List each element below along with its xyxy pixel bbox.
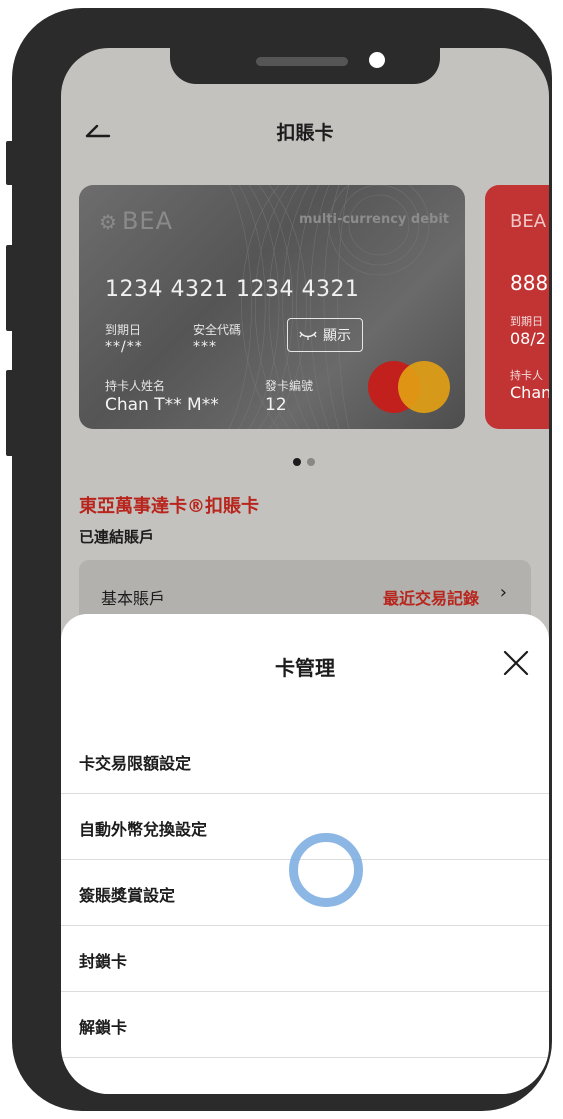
header: 扣賬卡 xyxy=(61,110,549,150)
card2-holder-value: Chan xyxy=(510,383,549,402)
card-seq-value: 12 xyxy=(265,395,287,415)
close-icon[interactable] xyxy=(503,650,529,676)
card2-brand: BEA xyxy=(510,211,547,232)
chevron-right-icon: › xyxy=(499,582,507,603)
card-number: 1234 4321 1234 4321 xyxy=(105,277,360,302)
carousel-dot-active[interactable] xyxy=(293,458,301,466)
card2-expiry-value: 08/2 xyxy=(510,329,546,348)
eye-closed-icon xyxy=(299,331,317,340)
second-card[interactable]: BEA 888 到期日 08/2 持卡人 Chan xyxy=(485,185,549,429)
show-card-details-button[interactable]: 顯示 xyxy=(287,318,363,352)
card2-number: 888 xyxy=(510,271,549,295)
debit-card[interactable]: ⚙ BEA multi-currency debit 1234 4321 1234… xyxy=(79,185,465,429)
bea-emblem-icon: ⚙ xyxy=(99,210,118,234)
expiry-label: 到期日 xyxy=(105,323,142,337)
card2-holder-label: 持卡人 xyxy=(510,369,543,382)
touch-indicator xyxy=(289,833,363,907)
phone-screen: 扣賬卡 ⚙ BEA multi-currency debit 1234 4321… xyxy=(61,48,549,1094)
page-title: 扣賬卡 xyxy=(276,122,334,144)
phone-frame: 扣賬卡 ⚙ BEA multi-currency debit 1234 4321… xyxy=(12,8,552,1111)
menu-item-label: 卡交易限額設定 xyxy=(79,754,192,773)
menu-item-label: 自動外幣兌換設定 xyxy=(79,820,208,839)
card-brand-logo: ⚙ BEA xyxy=(99,207,173,235)
menu-item-block-card[interactable]: 封鎖卡 xyxy=(61,926,549,992)
cvv-value: *** xyxy=(193,339,217,355)
holder-label: 持卡人姓名 xyxy=(105,379,166,393)
card2-expiry-label: 到期日 xyxy=(510,315,543,328)
mastercard-logo-circle xyxy=(398,361,450,413)
card-type-label: multi-currency debit xyxy=(299,212,449,227)
menu-item-card-limit[interactable]: 卡交易限額設定 xyxy=(61,728,549,794)
card-seq-label: 發卡編號 xyxy=(265,379,314,393)
show-button-label: 顯示 xyxy=(323,328,351,344)
phone-notch xyxy=(170,48,440,84)
cvv-label: 安全代碼 xyxy=(193,323,242,337)
front-camera xyxy=(369,52,385,68)
menu-item-label: 簽賬獎賞設定 xyxy=(79,886,176,905)
linked-accounts-label: 已連結賬戶 xyxy=(79,528,155,546)
holder-name: Chan T** M** xyxy=(105,395,219,415)
carousel-dots xyxy=(291,458,321,468)
menu-item-unblock-card[interactable]: 解鎖卡 xyxy=(61,992,549,1058)
account-name: 基本賬戶 xyxy=(101,589,166,608)
menu-item-label: 封鎖卡 xyxy=(79,952,128,971)
carousel-dot[interactable] xyxy=(307,458,315,466)
speaker-grille xyxy=(256,57,348,66)
sheet-title: 卡管理 xyxy=(275,656,335,680)
expiry-value: **/** xyxy=(105,339,143,355)
card-product-title: 東亞萬事達卡®扣賬卡 xyxy=(79,496,259,517)
menu-item-label: 解鎖卡 xyxy=(79,1018,128,1037)
recent-transactions-link[interactable]: 最近交易記錄 xyxy=(383,585,479,609)
